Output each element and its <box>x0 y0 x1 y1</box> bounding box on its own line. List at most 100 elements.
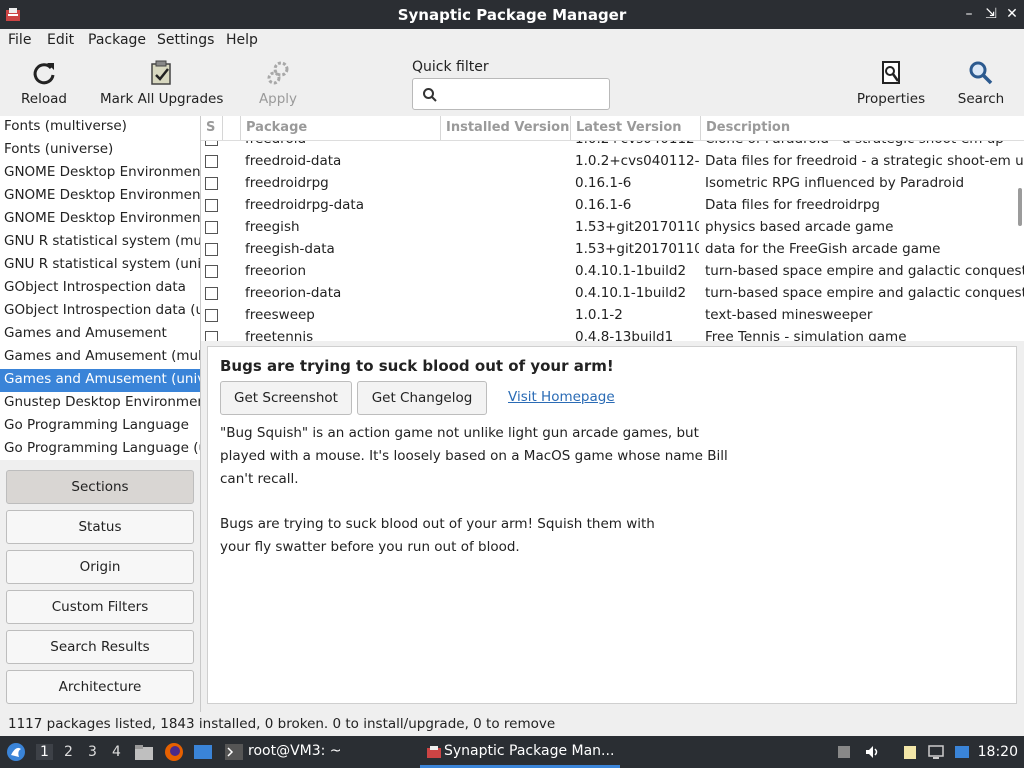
menu-help[interactable]: Help <box>226 32 258 48</box>
custom-filters-button[interactable]: Custom Filters <box>6 590 194 624</box>
desktop-icon[interactable] <box>193 744 213 760</box>
minimize-icon[interactable]: – <box>960 5 978 23</box>
latest-version: 0.4.10.1-1build2 <box>575 263 687 279</box>
quick-filter-input[interactable] <box>412 78 610 110</box>
section-item[interactable]: GObject Introspection data <box>0 277 200 300</box>
package-description: Data files for freedroidrpg <box>705 197 880 213</box>
package-description: turn-based space empire and galactic con… <box>705 263 1024 279</box>
menu-bar: File Edit Package Settings Help <box>0 29 1024 53</box>
package-name: freedroidrpg-data <box>245 197 364 213</box>
apply-label: Apply <box>258 91 298 107</box>
package-checkbox[interactable] <box>205 177 218 190</box>
section-item[interactable]: Fonts (universe) <box>0 139 200 162</box>
package-checkbox[interactable] <box>205 155 218 168</box>
section-item[interactable]: GNU R statistical system (univ <box>0 254 200 277</box>
section-item[interactable]: Games and Amusement <box>0 323 200 346</box>
package-name: freesweep <box>245 307 315 323</box>
section-item[interactable]: GNOME Desktop Environment <box>0 185 200 208</box>
menu-settings[interactable]: Settings <box>157 32 214 48</box>
workspace-2[interactable]: 2 <box>64 744 73 760</box>
clipboard-icon[interactable] <box>902 744 918 760</box>
workspace-4[interactable]: 4 <box>112 744 121 760</box>
updates-icon[interactable] <box>836 744 852 760</box>
package-row[interactable]: freedroid-data 1.0.2+cvs040112-7 Data file… <box>201 151 1024 173</box>
package-summary-title: Bugs are trying to suck blood out of you… <box>220 357 614 375</box>
file-manager-icon[interactable] <box>134 743 154 761</box>
package-checkbox[interactable] <box>205 243 218 256</box>
package-checkbox[interactable] <box>205 287 218 300</box>
package-row[interactable]: freeorion-data 0.4.10.1-1build2 turn-based… <box>201 283 1024 305</box>
menu-edit[interactable]: Edit <box>47 32 74 48</box>
workspace-3[interactable]: 3 <box>88 744 97 760</box>
package-table-header: S Package Installed Version Latest Versi… <box>201 116 1024 141</box>
section-item[interactable]: GNU R statistical system (mul <box>0 231 200 254</box>
volume-icon[interactable] <box>864 744 880 760</box>
visit-homepage-link[interactable]: Visit Homepage <box>508 389 615 405</box>
package-row[interactable]: freegish 1.53+git20170110- physics based a… <box>201 217 1024 239</box>
properties-button[interactable]: Properties <box>856 59 926 107</box>
package-scrollbar[interactable] <box>1018 188 1022 226</box>
package-row[interactable]: freesweep 1.0.1-2 text-based minesweeper <box>201 305 1024 327</box>
section-item[interactable]: GObject Introspection data (ur <box>0 300 200 323</box>
taskbar: 1 2 3 4 root@VM3: ~ Synaptic Package Man… <box>0 736 1024 768</box>
terminal-icon <box>225 744 243 760</box>
start-menu-icon[interactable] <box>6 742 26 762</box>
package-checkbox[interactable] <box>205 331 218 341</box>
search-results-button[interactable]: Search Results <box>6 630 194 664</box>
package-name: freedroid-data <box>245 153 342 169</box>
column-package[interactable]: Package <box>241 116 441 140</box>
terminal-task[interactable]: root@VM3: ~ <box>248 743 342 759</box>
network-icon[interactable] <box>928 744 944 760</box>
package-row[interactable]: freedroidrpg 0.16.1-6 Isometric RPG influe… <box>201 173 1024 195</box>
get-screenshot-button[interactable]: Get Screenshot <box>220 381 352 415</box>
package-name: freetennis <box>245 329 314 341</box>
package-row[interactable]: freedroidrpg-data 0.16.1-6 Data files for … <box>201 195 1024 217</box>
section-item-selected[interactable]: Games and Amusement (unive <box>0 369 200 392</box>
package-row[interactable]: freetennis 0.4.8-13build1 Free Tennis - si… <box>201 327 1024 341</box>
package-checkbox[interactable] <box>205 309 218 322</box>
package-table: freedroid1.0.2+cvs040112-7Clone of Parad… <box>201 116 1024 341</box>
apply-button[interactable]: Apply <box>254 59 302 107</box>
sections-button[interactable]: Sections <box>6 470 194 504</box>
synaptic-task[interactable]: Synaptic Package Man... <box>444 743 614 759</box>
section-item[interactable]: GNOME Desktop Environment <box>0 162 200 185</box>
mark-all-upgrades-button[interactable]: Mark All Upgrades <box>100 59 223 107</box>
section-item[interactable]: Games and Amusement (mult <box>0 346 200 369</box>
package-checkbox[interactable] <box>205 221 218 234</box>
notification-icon[interactable] <box>954 744 970 760</box>
latest-version: 1.0.2+cvs040112-7 <box>575 153 699 169</box>
workspace-1[interactable]: 1 <box>36 744 53 760</box>
section-item[interactable]: GNOME Desktop Environment <box>0 208 200 231</box>
magnifier-icon <box>969 61 993 85</box>
package-row[interactable]: freeorion 0.4.10.1-1build2 turn-based spac… <box>201 261 1024 283</box>
maximize-icon[interactable]: ⇲ <box>982 5 1000 23</box>
section-item[interactable]: Go Programming Language (ur <box>0 438 200 460</box>
package-row[interactable]: freegish-data 1.53+git20170110- data for t… <box>201 239 1024 261</box>
gears-icon <box>267 61 289 85</box>
menu-package[interactable]: Package <box>88 32 146 48</box>
section-list[interactable]: Fonts (multiverse) Fonts (universe) GNOM… <box>0 116 200 460</box>
column-latest-version[interactable]: Latest Version <box>571 116 701 140</box>
section-item[interactable]: Go Programming Language <box>0 415 200 438</box>
origin-button[interactable]: Origin <box>6 550 194 584</box>
package-checkbox[interactable] <box>205 199 218 212</box>
column-status[interactable]: S <box>201 116 223 140</box>
column-description[interactable]: Description <box>701 116 1024 140</box>
menu-file[interactable]: File <box>8 32 31 48</box>
architecture-button[interactable]: Architecture <box>6 670 194 704</box>
status-button[interactable]: Status <box>6 510 194 544</box>
column-installed-version[interactable]: Installed Version <box>441 116 571 140</box>
package-checkbox[interactable] <box>205 265 218 278</box>
close-icon[interactable]: ✕ <box>1003 5 1021 23</box>
firefox-icon[interactable] <box>164 742 184 762</box>
description-line: can't recall. <box>220 471 299 487</box>
toolbar: Reload Mark All Upgrades Apply Quick fil… <box>0 53 1024 116</box>
reload-button[interactable]: Reload <box>18 59 70 107</box>
synaptic-task-icon <box>427 746 441 758</box>
package-name: freeorion-data <box>245 285 342 301</box>
search-button[interactable]: Search <box>955 59 1007 107</box>
section-item[interactable]: Gnustep Desktop Environment <box>0 392 200 415</box>
section-item[interactable]: Fonts (multiverse) <box>0 116 200 139</box>
column-supported[interactable] <box>223 116 241 140</box>
get-changelog-button[interactable]: Get Changelog <box>357 381 487 415</box>
